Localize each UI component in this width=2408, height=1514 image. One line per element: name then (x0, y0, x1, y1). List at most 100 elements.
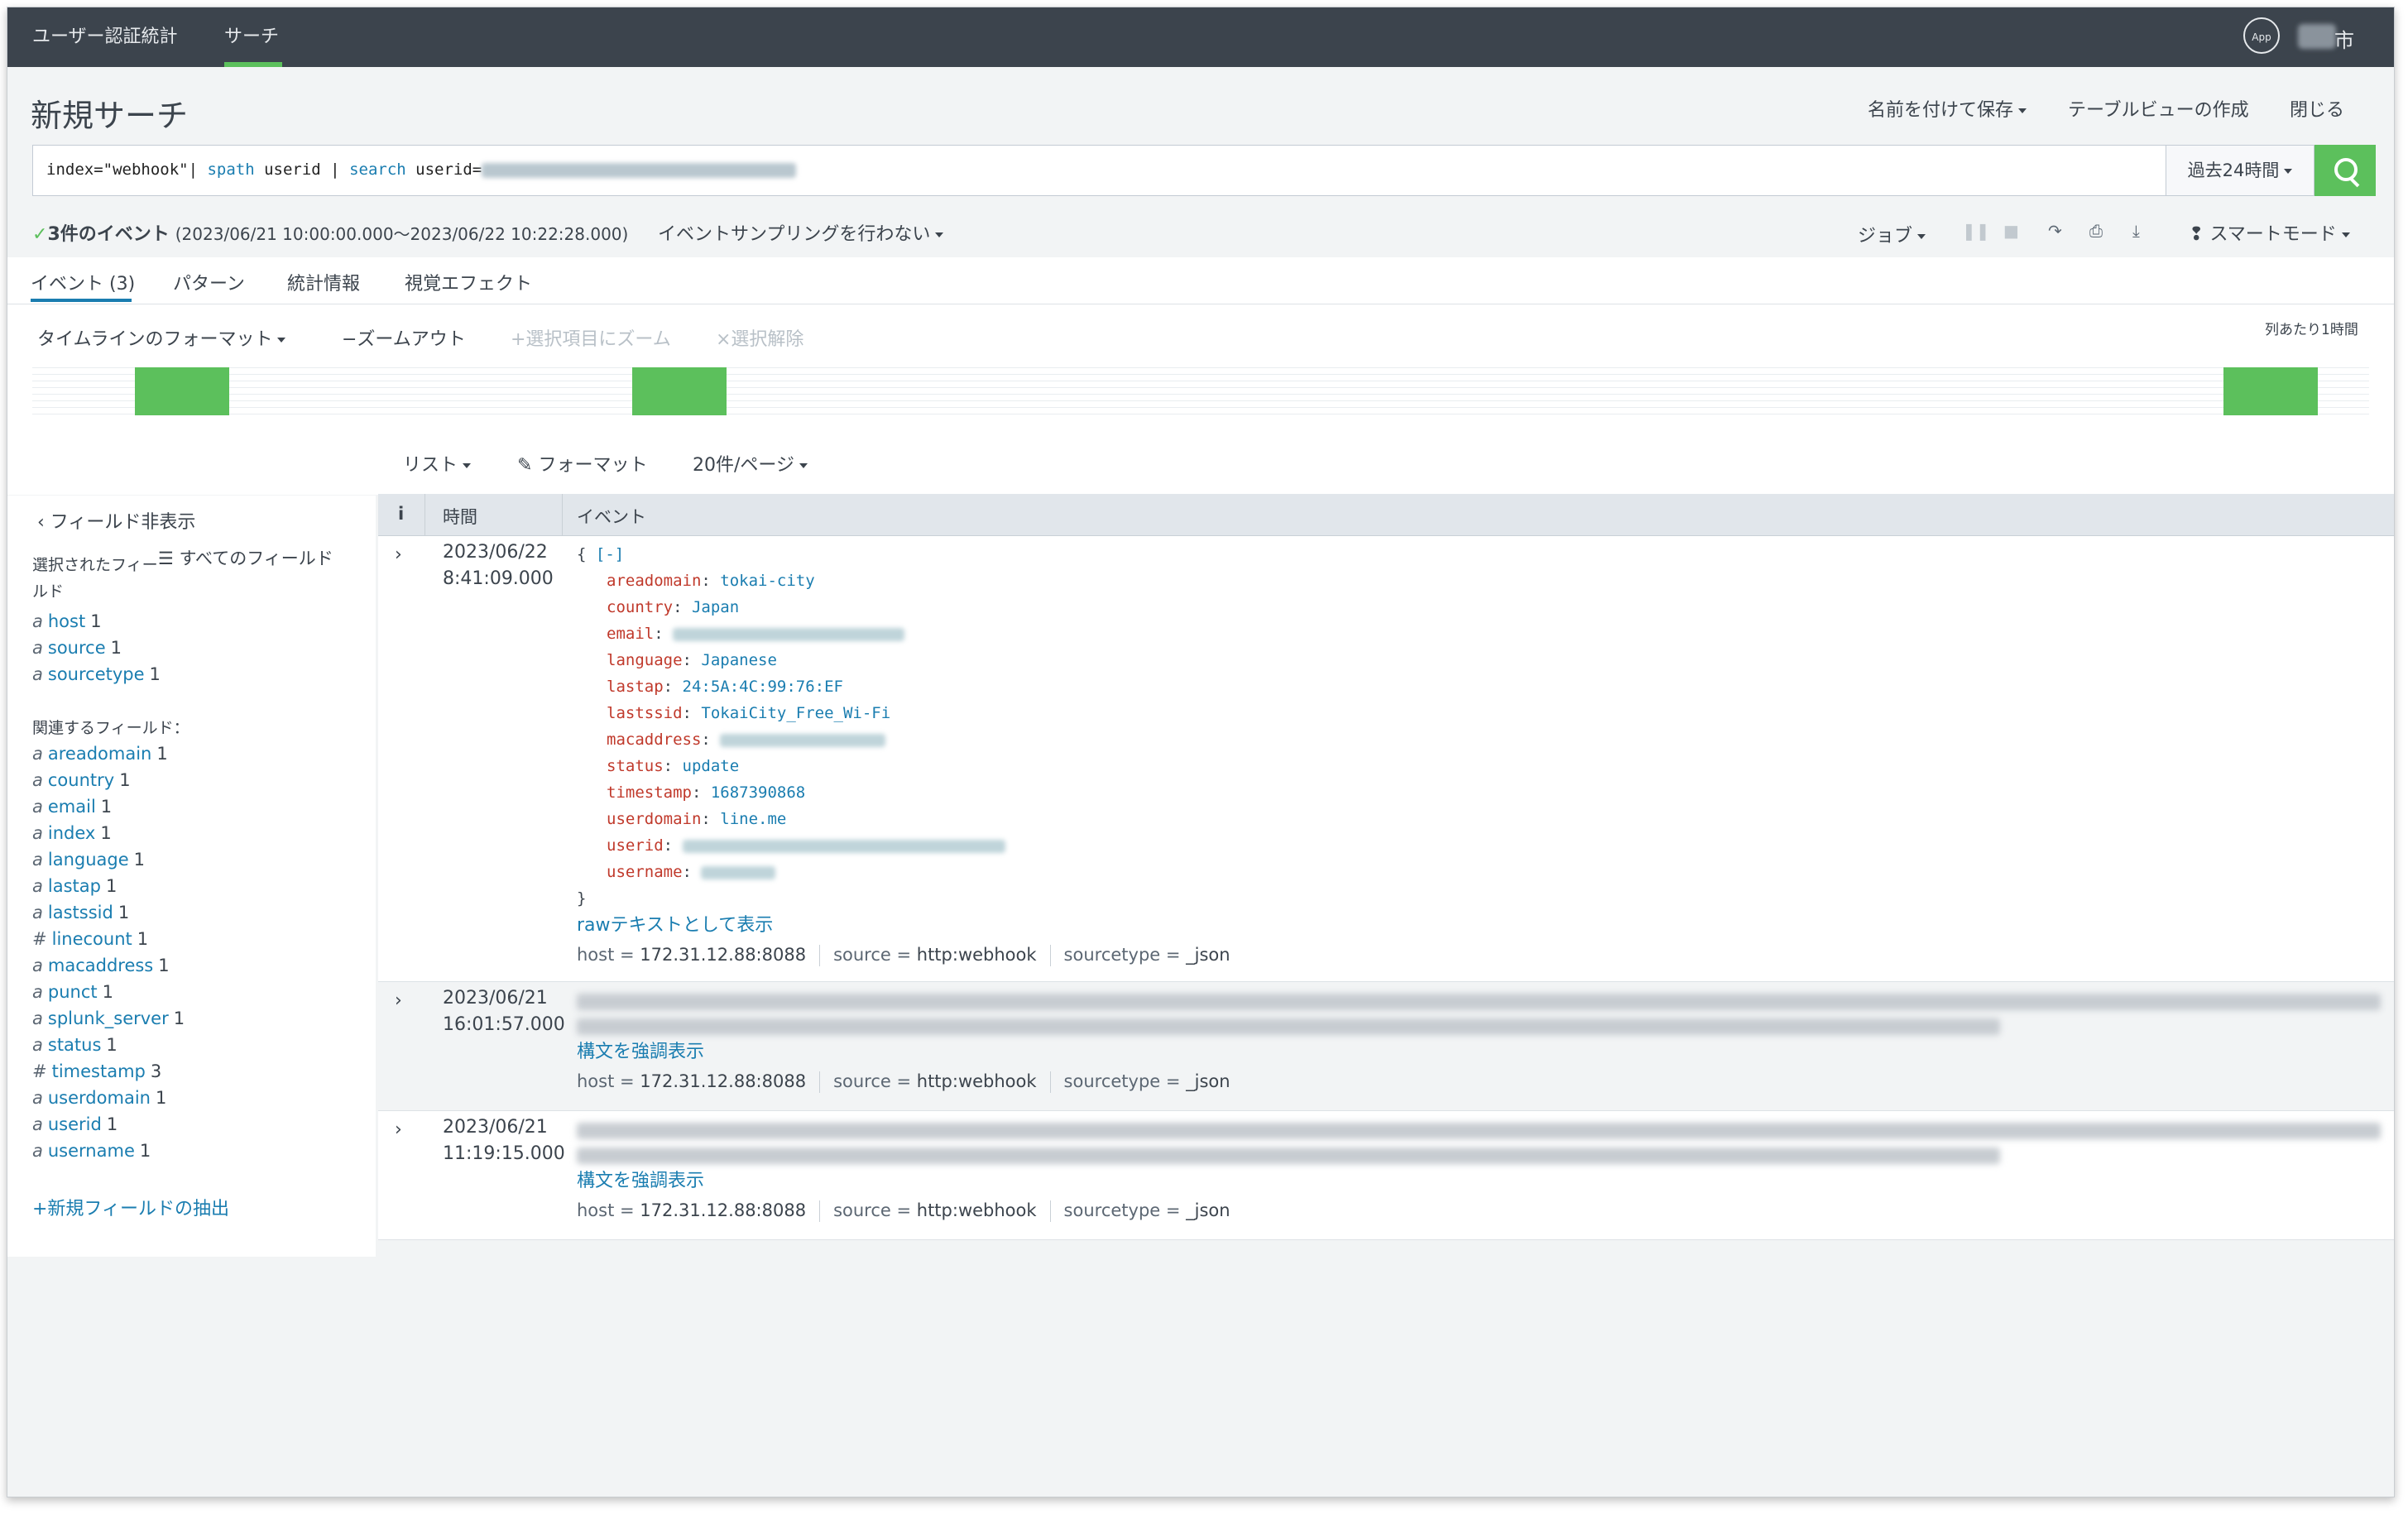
sampling-label: イベントサンプリングを行わない (658, 224, 931, 245)
chevron-right-icon[interactable]: › (395, 990, 402, 1011)
tab-events[interactable]: イベント (3) (31, 269, 135, 295)
pause-icon[interactable]: ❚❚ (1962, 221, 1990, 241)
json-value[interactable]: line.me (720, 810, 786, 828)
hide-fields-button[interactable]: ‹ フィールド非表示 (37, 507, 195, 534)
sourcetype-label: sourcetype = (1063, 1071, 1187, 1091)
json-value[interactable]: update (683, 757, 740, 775)
share-icon[interactable]: ↷ (2048, 221, 2062, 241)
host-value[interactable]: 172.31.12.88:8088 (640, 945, 806, 965)
sidebar-field-username[interactable]: a username 1 (32, 1141, 151, 1161)
field-type-icon: a (32, 823, 43, 843)
job-menu[interactable]: ジョブ (1858, 221, 1926, 247)
sidebar-field-country[interactable]: a country 1 (32, 770, 131, 790)
sidebar-field-lastap[interactable]: a lastap 1 (32, 876, 117, 896)
list-view-menu[interactable]: リスト (403, 450, 472, 477)
create-table-view-button[interactable]: テーブルビューの作成 (2068, 95, 2249, 122)
json-key: userdomain (607, 810, 702, 828)
per-page-menu[interactable]: 20件/ページ (693, 450, 808, 477)
sidebar-field-macaddress[interactable]: a macaddress 1 (32, 956, 170, 975)
sourcetype-value[interactable]: _json (1186, 945, 1230, 965)
time-range-picker[interactable]: 過去24時間 (2166, 145, 2314, 196)
result-tabs: イベント (3) パターン 統計情報 視覚エフェクト (7, 257, 2394, 304)
search-mode-menu[interactable]: ❢ スマートモード (2189, 219, 2350, 246)
host-value[interactable]: 172.31.12.88:8088 (640, 1200, 806, 1220)
json-colon: : (663, 836, 683, 855)
sidebar-field-host[interactable]: a host 1 (32, 611, 102, 631)
print-icon[interactable]: ⎙ (2089, 221, 2103, 241)
json-field-language: language: Japanese (607, 647, 777, 673)
search-input[interactable]: index="webhook"| spath userid | search u… (32, 145, 2167, 196)
sidebar-field-email[interactable]: a email 1 (32, 797, 112, 817)
tab-statistics[interactable]: 統計情報 (287, 269, 360, 295)
extract-new-field-link[interactable]: +新規フィールドの抽出 (32, 1194, 229, 1220)
sidebar-field-userdomain[interactable]: a userdomain 1 (32, 1088, 166, 1108)
event-time: 2023/06/21 16:01:57.000 (443, 985, 565, 1038)
sidebar-field-lastssid[interactable]: a lastssid 1 (32, 903, 129, 922)
sidebar-field-splunk_server[interactable]: a splunk_server 1 (32, 1009, 185, 1028)
app-button[interactable]: App (2243, 17, 2280, 54)
sidebar-field-punct[interactable]: a punct 1 (32, 982, 113, 1002)
sidebar-field-timestamp[interactable]: # timestamp 3 (32, 1061, 161, 1081)
field-count: 1 (102, 982, 113, 1002)
sidebar-field-language[interactable]: a language 1 (32, 850, 145, 870)
timeline-bar[interactable] (2223, 367, 2318, 415)
source-value[interactable]: http:webhook (917, 945, 1037, 965)
timeline-format-menu[interactable]: タイムラインのフォーマット (37, 324, 286, 351)
json-value[interactable]: TokaiCity_Free_Wi-Fi (701, 704, 890, 722)
sourcetype-value[interactable]: _json (1186, 1071, 1230, 1091)
all-fields-label: すべてのフィールド (179, 549, 333, 568)
host-value[interactable]: 172.31.12.88:8088 (640, 1071, 806, 1091)
caret-down-icon (1917, 234, 1926, 239)
info-column-header[interactable]: i (398, 504, 404, 524)
timeline-panel: タイムラインのフォーマット −ズームアウト +選択項目にズーム ×選択解除 列あ… (7, 304, 2394, 495)
field-name: punct (47, 982, 98, 1002)
json-value[interactable]: 1687390868 (711, 783, 805, 802)
source-value[interactable]: http:webhook (917, 1071, 1037, 1091)
deselect-button[interactable]: ×選択解除 (716, 324, 803, 351)
format-label: フォーマット (538, 455, 648, 476)
json-value[interactable]: Japanese (701, 651, 777, 669)
nav-search-tab[interactable]: サーチ (224, 7, 279, 67)
sidebar-field-linecount[interactable]: # linecount 1 (32, 929, 148, 949)
format-button[interactable]: ✎ フォーマット (517, 450, 647, 477)
event-time: 2023/06/21 11:19:15.000 (443, 1114, 565, 1167)
timeline-bar[interactable] (135, 367, 229, 415)
hide-fields-label: フィールド非表示 (50, 512, 196, 533)
zoom-out-button[interactable]: −ズームアウト (342, 324, 466, 351)
event-column-header[interactable]: イベント (577, 504, 646, 529)
user-menu[interactable]: 市 (2334, 24, 2354, 53)
export-icon[interactable]: ⤓ (2132, 221, 2140, 241)
all-fields-button[interactable]: ☰ すべてのフィールド (158, 545, 333, 570)
json-value[interactable]: tokai-city (720, 572, 814, 590)
timeline-bar[interactable] (632, 367, 727, 415)
sourcetype-value[interactable]: _json (1186, 1200, 1230, 1220)
search-button[interactable] (2314, 145, 2376, 196)
chevron-right-icon[interactable]: › (395, 544, 402, 565)
sidebar-field-index[interactable]: a index 1 (32, 823, 112, 843)
timeline-chart[interactable] (32, 367, 2369, 419)
zoom-to-selection-button[interactable]: +選択項目にズーム (511, 324, 671, 351)
syntax-highlight-link[interactable]: 構文を強調表示 (577, 1037, 704, 1063)
save-as-menu[interactable]: 名前を付けて保存 (1868, 95, 2027, 122)
field-type-icon: a (32, 638, 43, 658)
source-value[interactable]: http:webhook (917, 1200, 1037, 1220)
sidebar-field-sourcetype[interactable]: a sourcetype 1 (32, 664, 161, 684)
save-as-label: 名前を付けて保存 (1868, 100, 2014, 121)
sampling-menu[interactable]: イベントサンプリングを行わない (658, 219, 944, 246)
sidebar-field-areadomain[interactable]: a areadomain 1 (32, 744, 168, 764)
nav-app-title[interactable]: ユーザー認証統計 (32, 7, 178, 67)
json-collapse-toggle[interactable]: [-] (596, 545, 624, 563)
sidebar-field-userid[interactable]: a userid 1 (32, 1114, 118, 1134)
time-column-header[interactable]: 時間 (443, 504, 477, 529)
tab-patterns[interactable]: パターン (173, 269, 245, 295)
close-button[interactable]: 閉じる (2290, 95, 2344, 122)
tab-visualization[interactable]: 視覚エフェクト (405, 269, 532, 295)
sidebar-field-status[interactable]: a status 1 (32, 1035, 118, 1055)
json-value[interactable]: 24:5A:4C:99:76:EF (683, 678, 843, 696)
json-value[interactable]: Japan (692, 598, 739, 616)
chevron-right-icon[interactable]: › (395, 1119, 402, 1140)
show-raw-text-link[interactable]: rawテキストとして表示 (577, 910, 773, 937)
stop-icon[interactable]: ■ (2003, 221, 2019, 241)
sidebar-field-source[interactable]: a source 1 (32, 638, 122, 658)
syntax-highlight-link[interactable]: 構文を強調表示 (577, 1166, 704, 1192)
